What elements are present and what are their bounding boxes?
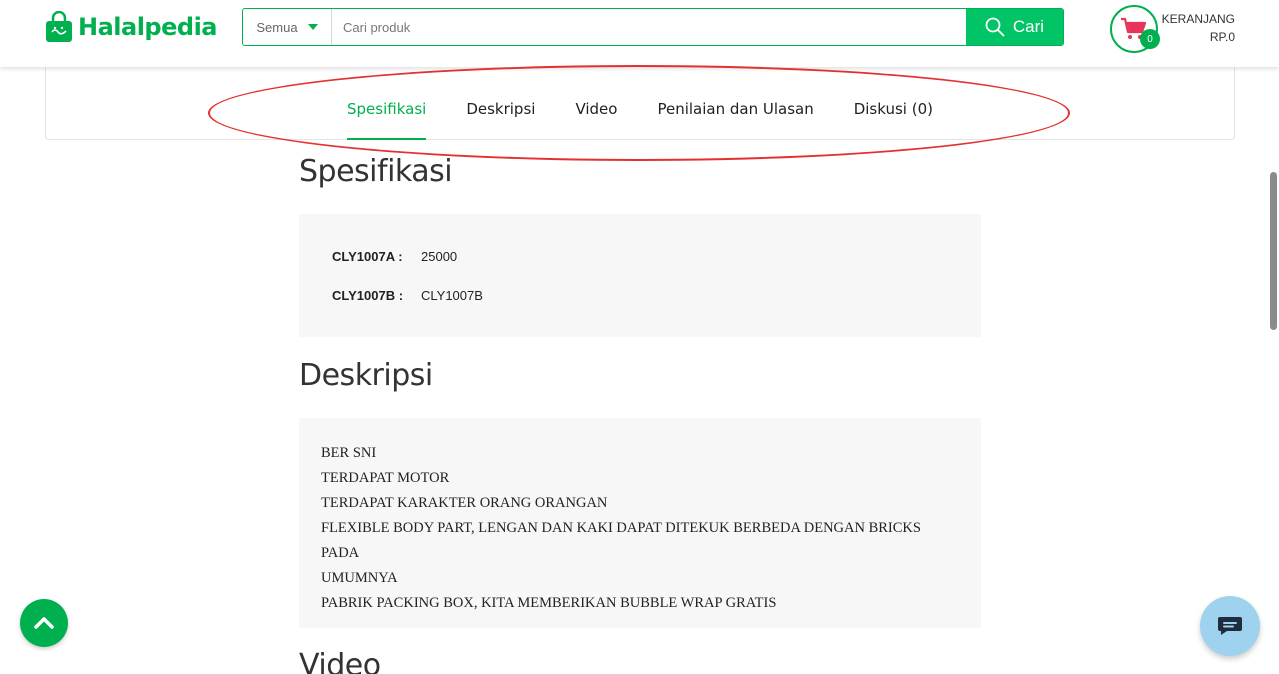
search-button-label: Cari [1012, 17, 1045, 36]
spesifikasi-box: CLY1007A : 25000 CLY1007B : CLY1007B [299, 214, 981, 337]
search-icon [985, 17, 1005, 37]
tab-video[interactable]: Video [555, 66, 637, 140]
spec-value: CLY1007B [421, 288, 483, 303]
product-tabs-container: Spesifikasi Deskripsi Video Penilaian da… [45, 66, 1235, 140]
spec-row: CLY1007B : CLY1007B [332, 288, 483, 303]
description-line: UMUMNYA [321, 570, 398, 586]
spesifikasi-heading: Spesifikasi [299, 154, 453, 189]
spec-value: 25000 [421, 249, 458, 264]
spec-row: CLY1007A : 25000 [332, 249, 457, 264]
cart-count-badge: 0 [1140, 29, 1160, 49]
description-line: TERDAPAT KARAKTER ORANG ORANGAN [321, 495, 608, 511]
tab-deskripsi[interactable]: Deskripsi [446, 66, 555, 140]
search-input[interactable] [332, 9, 966, 45]
tab-penilaian-ulasan[interactable]: Penilaian dan Ulasan [637, 66, 833, 140]
shopping-bag-logo-icon [44, 10, 74, 43]
description-line: BER SNI [321, 445, 377, 461]
video-heading: Video [299, 648, 381, 674]
chat-icon [1218, 617, 1242, 635]
spec-key: CLY1007B : [332, 288, 404, 303]
chat-button[interactable] [1200, 596, 1260, 656]
search-bar: Semua Cari [242, 8, 1064, 46]
site-header: Halalpedia Semua Cari 0 KERANJANG RP.0 [0, 0, 1279, 67]
cart-total: RP.0 [1209, 30, 1235, 44]
spec-key: CLY1007A : [332, 249, 403, 264]
description-line: TERDAPAT MOTOR [321, 470, 450, 486]
cart-label: KERANJANG [1161, 12, 1235, 26]
deskripsi-box: BER SNI TERDAPAT MOTOR TERDAPAT KARAKTER… [299, 418, 981, 628]
description-line: FLEXIBLE BODY PART, LENGAN DAN KAKI DAPA… [321, 520, 921, 561]
logo-text: Halalpedia [78, 13, 218, 41]
cart-button[interactable]: 0 [1110, 5, 1160, 53]
cart-summary[interactable]: KERANJANG RP.0 [1162, 10, 1235, 46]
category-dropdown[interactable]: Semua [243, 9, 332, 45]
tab-spesifikasi[interactable]: Spesifikasi [327, 66, 446, 140]
halalpedia-logo[interactable]: Halalpedia [44, 10, 218, 44]
deskripsi-heading: Deskripsi [299, 358, 433, 393]
scrollbar-thumb[interactable] [1270, 172, 1277, 330]
product-tabs: Spesifikasi Deskripsi Video Penilaian da… [46, 66, 1234, 140]
category-label: Semua [256, 19, 298, 35]
scroll-to-top-button[interactable] [20, 599, 68, 647]
tab-diskusi[interactable]: Diskusi (0) [834, 66, 953, 140]
caret-down-icon [307, 24, 318, 30]
description-line: PABRIK PACKING BOX, KITA MEMBERIKAN BUBB… [321, 595, 777, 611]
chevron-up-icon [34, 617, 54, 629]
search-button[interactable]: Cari [966, 9, 1063, 45]
